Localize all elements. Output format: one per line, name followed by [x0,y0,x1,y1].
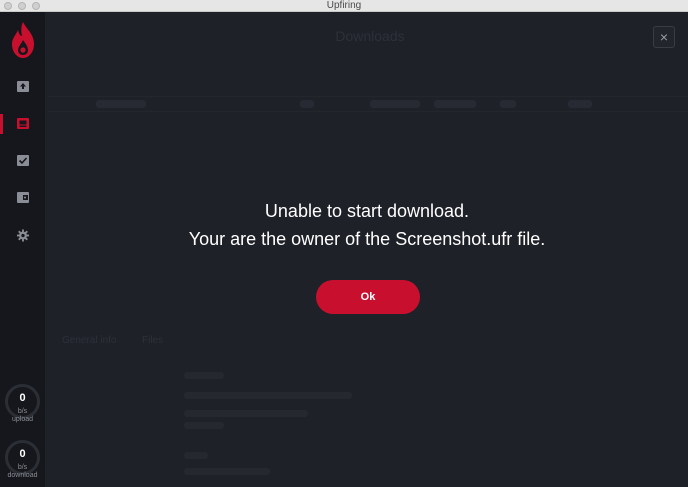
background-info-line [184,410,308,417]
background-cell [434,100,476,108]
upload-speed-meter: 0 b/s upload [5,384,40,429]
background-tab-general-info: General info [62,335,117,346]
upload-box-icon [17,81,29,92]
download-speed-value: 0 [19,448,26,460]
ok-button[interactable]: Ok [316,280,420,314]
background-info-line [184,468,270,475]
sidebar-item-wallet[interactable] [0,184,45,212]
upload-speed-unit: b/s [17,408,28,415]
background-info-line [184,392,352,399]
sidebar-item-upload[interactable] [0,73,45,101]
background-cell [568,100,592,108]
background-info-line [184,422,224,429]
background-table-cells [48,97,688,113]
checkbox-icon [17,155,29,166]
sidebar-item-settings[interactable] [0,222,45,250]
wallet-icon [17,192,29,203]
app-window: Upfiring 0 b/s upload 0 b/s download Dow… [0,0,688,487]
close-modal-button[interactable]: × [653,26,675,48]
sidebar: 0 b/s upload 0 b/s download [0,12,45,487]
download-speed-label: download [7,472,38,479]
title-bar: Upfiring [0,0,688,12]
download-box-icon [17,118,29,129]
upload-speed-label: upload [11,416,34,423]
error-message-detail: Your are the owner of the Screenshot.ufr… [188,229,546,249]
background-info-line [184,452,208,459]
gear-icon [16,229,30,242]
window-title: Upfiring [326,0,362,11]
upfiring-logo [12,22,34,58]
error-message-title: Unable to start download. [264,201,470,221]
background-info-line [184,372,224,379]
upload-speed-value: 0 [19,392,26,404]
background-tab-files: Files [142,335,164,346]
background-cell [500,100,516,108]
background-cell [300,100,314,108]
background-table-header [48,96,688,112]
sidebar-item-completed[interactable] [0,147,45,175]
background-cell [96,100,146,108]
sidebar-item-downloads[interactable] [0,110,45,138]
download-speed-meter: 0 b/s download [5,440,40,485]
active-indicator [0,114,3,134]
download-speed-unit: b/s [17,464,28,471]
background-page-title: Downloads [335,28,405,44]
background-cell [370,100,420,108]
